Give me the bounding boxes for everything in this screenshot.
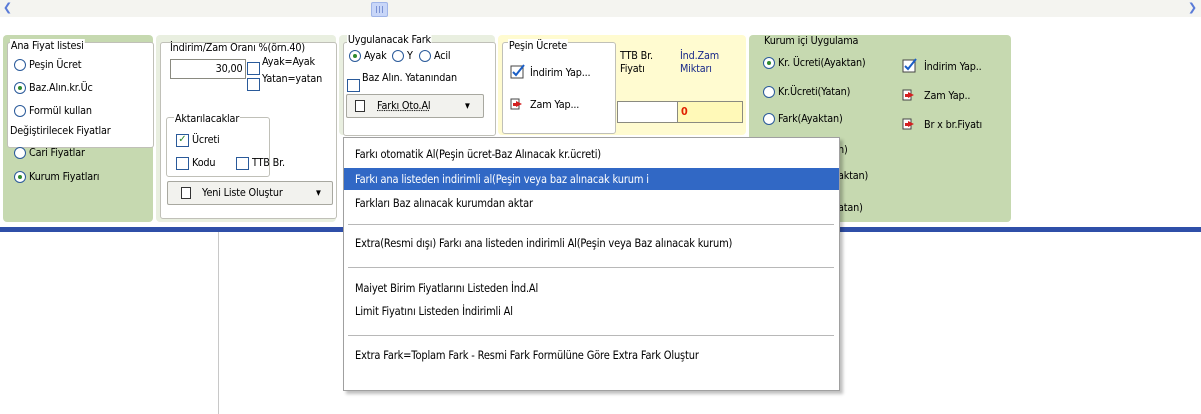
ttb-checkbox[interactable]: [236, 157, 249, 170]
menu-separator: [348, 335, 834, 336]
farki-dropdown-menu: Farkı otomatik Al(Peşin ücret-Baz Alınac…: [343, 137, 840, 391]
pesin-title: Peşin Ücrete: [508, 39, 568, 52]
radio-y-label: Y: [407, 49, 413, 62]
radio-kr-ayaktan[interactable]: [763, 57, 775, 69]
brx-fiyat-label: Br x br.Fiyatı: [924, 118, 983, 131]
radio-fark-ayaktan[interactable]: [763, 113, 775, 125]
radio-acil[interactable]: [419, 50, 431, 62]
menu-item-farki-otomatik[interactable]: Farkı otomatik Al(Peşin ücret-Baz Alınac…: [344, 143, 839, 165]
chevron-down-icon: ▾: [465, 99, 470, 112]
kurum-indirim-label: İndirim Yap..: [924, 60, 982, 73]
radio-kr-yatan-label: Kr.Ücreti(Yatan): [778, 85, 851, 98]
scroll-right-icon[interactable]: ❯: [1187, 1, 1198, 15]
indirim-input[interactable]: 30,00: [170, 59, 246, 79]
indirim-label: İndirim/Zam Oranı %(örn.40): [170, 41, 305, 54]
ttb-fiyat-label-2: Fiyatı: [620, 62, 645, 75]
horizontal-scrollbar[interactable]: ❮ ❯: [0, 0, 1201, 18]
partial-option-3: atan): [838, 201, 863, 214]
degistirilecek-title: Değiştirilecek Fiyatlar: [10, 124, 111, 137]
ind-zam-value: 0: [681, 105, 688, 118]
checklist-icon: [902, 58, 917, 73]
kurum-ici-title: Kurum içi Uygulama: [764, 34, 859, 47]
yatan-checkbox[interactable]: [247, 78, 260, 91]
farki-oto-al-button[interactable]: Farkı Oto.Al ▾: [346, 94, 484, 118]
menu-item-extra-resmi-disi[interactable]: Extra(Resmi dışı) Farkı ana listeden ind…: [344, 232, 839, 254]
farki-label: Farkı Oto.Al: [377, 99, 431, 112]
ind-zam-label-1: İnd.Zam: [680, 49, 719, 62]
menu-item-farki-ana-liste[interactable]: Farkı ana listeden indirimli al(Peşin ve…: [344, 168, 839, 190]
yeni-liste-label: Yeni Liste Oluştur: [202, 186, 283, 199]
arrow-right-icon: [902, 89, 914, 101]
menu-item-farklari-baz[interactable]: Farkları Baz alınacak kurumdan aktar: [344, 192, 839, 214]
kurum-zam-button[interactable]: Zam Yap..: [900, 83, 1006, 107]
ayak-label: Ayak=Ayak: [262, 55, 315, 68]
document-icon: [181, 187, 191, 199]
ttb-fiyat-input[interactable]: [617, 101, 678, 123]
ana-fiyat-title: Ana Fiyat listesi: [10, 39, 85, 52]
baz-yatan-label: Baz Alın. Yatanından: [362, 71, 457, 84]
kodu-label: Kodu: [192, 156, 216, 169]
pesin-indirim-button[interactable]: İndirim Yap...: [506, 59, 610, 87]
scroll-thumb[interactable]: [371, 2, 388, 17]
radio-kr-yatan[interactable]: [763, 86, 775, 98]
menu-separator: [348, 224, 834, 225]
radio-baz[interactable]: [14, 82, 26, 94]
menu-item-maiyet[interactable]: Maiyet Birim Fiyatlarını Listeden İnd.Al: [344, 277, 839, 299]
radio-ayak[interactable]: [349, 50, 361, 62]
ttb-label: TTB Br.: [252, 156, 285, 169]
checklist-icon: [510, 64, 525, 79]
baz-yatan-checkbox[interactable]: [347, 79, 360, 92]
ayak-checkbox[interactable]: [247, 62, 260, 75]
menu-item-limit-fiyat[interactable]: Limit Fiyatını Listeden İndirimli Al: [344, 300, 839, 322]
ucreti-label: Ücreti: [192, 133, 220, 146]
pesin-zam-button[interactable]: Zam Yap...: [506, 92, 610, 118]
radio-ayak-label: Ayak: [364, 49, 387, 62]
kodu-checkbox[interactable]: [176, 157, 189, 170]
radio-kurum-label: Kurum Fiyatları: [29, 170, 100, 183]
radio-acil-label: Acil: [434, 49, 451, 62]
kurum-zam-label: Zam Yap..: [924, 89, 971, 102]
radio-formul[interactable]: [14, 105, 26, 117]
brx-fiyat-button[interactable]: Br x br.Fiyatı: [900, 112, 1006, 136]
radio-baz-label: Baz.Alın.kr.Üc: [29, 81, 93, 94]
radio-y[interactable]: [392, 50, 404, 62]
ucreti-checkbox[interactable]: ✓: [176, 134, 189, 147]
radio-cari[interactable]: [14, 147, 26, 159]
radio-formul-label: Formül kullan: [29, 104, 92, 117]
pesin-indirim-label: İndirim Yap...: [530, 66, 591, 79]
radio-fark-ayaktan-label: Fark(Ayaktan): [778, 112, 843, 125]
radio-pesin-label: Peşin Ücret: [29, 58, 82, 71]
radio-kr-ayaktan-label: Kr. Ücreti(Ayaktan): [778, 56, 866, 69]
pesin-zam-label: Zam Yap...: [530, 98, 580, 111]
indirim-value: 30,00: [215, 62, 242, 75]
arrow-right-icon: [902, 118, 914, 130]
pane-divider[interactable]: [218, 232, 219, 414]
aktarilacaklar-title: Aktarılacaklar: [174, 112, 241, 125]
partial-option-2: aktan): [838, 169, 869, 182]
arrow-right-icon: [510, 98, 522, 110]
fark-title: Uygulanacak Fark: [347, 33, 432, 46]
yatan-label: Yatan=yatan: [262, 72, 323, 85]
yeni-liste-button[interactable]: Yeni Liste Oluştur ▾: [167, 181, 333, 205]
ind-zam-input[interactable]: 0: [677, 101, 743, 123]
radio-kurum[interactable]: [14, 171, 26, 183]
ind-zam-label-2: Miktarı: [680, 62, 712, 75]
kurum-indirim-button[interactable]: İndirim Yap..: [900, 53, 1006, 79]
chevron-down-icon: ▾: [316, 186, 321, 199]
menu-separator: [348, 267, 834, 268]
radio-pesin[interactable]: [14, 59, 26, 71]
scroll-left-icon[interactable]: ❮: [2, 1, 13, 15]
ttb-fiyat-label-1: TTB Br.: [620, 49, 653, 62]
radio-cari-label: Cari Fiyatlar: [29, 146, 85, 159]
menu-item-extra-fark[interactable]: Extra Fark=Toplam Fark - Resmi Fark Form…: [344, 344, 839, 366]
document-icon: [355, 100, 365, 112]
pesin-box: [502, 42, 616, 134]
